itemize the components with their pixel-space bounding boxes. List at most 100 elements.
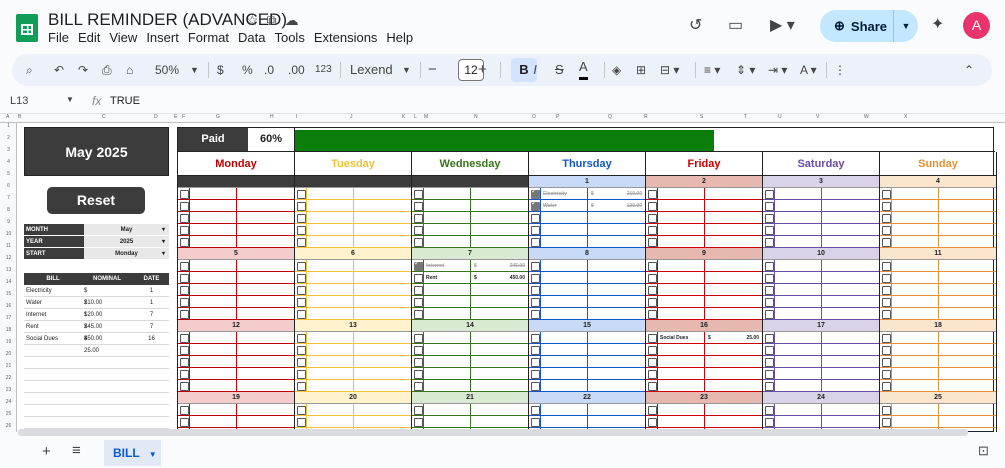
slot-bill-name[interactable]: [891, 284, 939, 295]
slot-amount[interactable]: [237, 188, 294, 199]
zoom-dropdown-icon[interactable]: ▼: [190, 54, 199, 86]
slot-amount[interactable]: [939, 380, 996, 391]
slot-amount[interactable]: [822, 224, 879, 235]
paid-checkbox[interactable]: [178, 416, 189, 428]
paint-format-icon[interactable]: ⌂: [126, 54, 133, 86]
slot-amount[interactable]: [237, 236, 294, 247]
slot-bill-name[interactable]: [774, 368, 822, 379]
paid-checkbox[interactable]: [646, 380, 657, 392]
bill-name[interactable]: [24, 417, 80, 428]
slot-bill-name[interactable]: [891, 308, 939, 319]
row-header[interactable]: 13: [0, 267, 17, 273]
paid-checkbox[interactable]: [880, 308, 891, 320]
font-dropdown-icon[interactable]: ▼: [402, 54, 411, 86]
row-header[interactable]: 2: [0, 135, 17, 141]
slot-bill-name[interactable]: [891, 260, 939, 271]
slot-amount[interactable]: $245.00: [471, 260, 528, 271]
paid-checkbox[interactable]: [646, 188, 657, 200]
font-size-increase-icon[interactable]: +: [478, 54, 487, 86]
menu-file[interactable]: File: [48, 30, 75, 45]
slot-bill-name[interactable]: [657, 356, 705, 367]
paid-checkbox[interactable]: [295, 356, 306, 368]
slot-amount[interactable]: [705, 356, 762, 367]
bill-date[interactable]: [134, 417, 169, 428]
setting-start-select[interactable]: Monday: [84, 248, 169, 260]
slot-bill-name[interactable]: [306, 368, 354, 379]
paid-checkbox[interactable]: [646, 236, 657, 248]
row-header[interactable]: 11: [0, 243, 17, 249]
slot-bill-name[interactable]: Social Dues: [657, 332, 705, 343]
row-header[interactable]: 16: [0, 303, 17, 309]
paid-checkbox[interactable]: [763, 284, 774, 296]
row-header[interactable]: 12: [0, 255, 17, 261]
slot-bill-name[interactable]: [540, 272, 588, 283]
paid-checkbox[interactable]: [880, 344, 891, 356]
paid-checkbox[interactable]: [763, 188, 774, 200]
tab-dropdown-icon[interactable]: ▼: [149, 450, 157, 459]
bill-date[interactable]: 7: [134, 321, 169, 332]
bill-nominal[interactable]: $210.00: [80, 285, 134, 306]
slot-bill-name[interactable]: [189, 200, 237, 211]
slot-amount[interactable]: [588, 236, 645, 247]
slot-amount[interactable]: [939, 200, 996, 211]
slot-amount[interactable]: [705, 236, 762, 247]
bill-date[interactable]: [134, 357, 169, 368]
slot-amount[interactable]: [471, 308, 528, 319]
print-icon[interactable]: ⎙: [102, 54, 112, 86]
slot-amount[interactable]: [705, 260, 762, 271]
paid-checkbox[interactable]: [412, 284, 423, 296]
slot-amount[interactable]: [822, 356, 879, 367]
row-header[interactable]: 14: [0, 279, 17, 285]
slot-amount[interactable]: [354, 380, 411, 391]
slot-bill-name[interactable]: [774, 200, 822, 211]
bill-name[interactable]: Rent: [24, 321, 80, 332]
align-vertical-icon[interactable]: ⇕ ▾: [736, 54, 755, 86]
paid-checkbox[interactable]: [178, 260, 189, 272]
font-size-decrease-icon[interactable]: −: [428, 54, 437, 86]
slot-bill-name[interactable]: [540, 236, 588, 247]
slot-bill-name[interactable]: [774, 356, 822, 367]
paid-checkbox[interactable]: [412, 200, 423, 212]
slot-bill-name[interactable]: [423, 356, 471, 367]
italic-button[interactable]: I: [530, 54, 540, 86]
horizontal-scrollbar[interactable]: [18, 429, 968, 436]
paid-checkbox[interactable]: [529, 224, 540, 236]
bill-date[interactable]: 1: [134, 297, 169, 308]
slot-amount[interactable]: [705, 284, 762, 295]
slot-bill-name[interactable]: [540, 356, 588, 367]
column-header[interactable]: R: [644, 114, 648, 120]
slot-amount[interactable]: $25.00: [705, 332, 762, 343]
slot-bill-name[interactable]: [306, 344, 354, 355]
paid-checkbox[interactable]: [295, 188, 306, 200]
slot-amount[interactable]: [471, 188, 528, 199]
undo-icon[interactable]: ↶: [54, 54, 64, 86]
share-button[interactable]: ⊕ Share ▼: [820, 10, 918, 42]
paid-checkbox[interactable]: [646, 404, 657, 416]
column-header[interactable]: F: [182, 114, 185, 120]
paid-checkbox[interactable]: [295, 212, 306, 224]
slot-amount[interactable]: [471, 296, 528, 307]
slot-amount[interactable]: [705, 272, 762, 283]
paid-checkbox[interactable]: [529, 212, 540, 224]
slot-amount[interactable]: [354, 188, 411, 199]
slot-amount[interactable]: [705, 200, 762, 211]
row-header[interactable]: 17: [0, 315, 17, 321]
borders-icon[interactable]: ⊞: [636, 54, 646, 86]
slot-bill-name[interactable]: [423, 224, 471, 235]
slot-bill-name[interactable]: [891, 212, 939, 223]
slot-bill-name[interactable]: [774, 308, 822, 319]
slot-bill-name[interactable]: [774, 212, 822, 223]
paid-checkbox[interactable]: [529, 356, 540, 368]
bill-nominal[interactable]: $245.00: [80, 309, 134, 330]
slot-amount[interactable]: [588, 296, 645, 307]
paid-checkbox[interactable]: [646, 284, 657, 296]
meet-icon[interactable]: ▶ ▾: [770, 15, 795, 35]
paid-checkbox[interactable]: [880, 284, 891, 296]
slot-bill-name[interactable]: [774, 380, 822, 391]
paid-checkbox[interactable]: [178, 356, 189, 368]
slot-bill-name[interactable]: [657, 368, 705, 379]
increase-decimal-button[interactable]: .00: [288, 54, 305, 86]
slot-amount[interactable]: [471, 284, 528, 295]
row-header[interactable]: 6: [0, 183, 17, 189]
slot-amount[interactable]: [471, 200, 528, 211]
